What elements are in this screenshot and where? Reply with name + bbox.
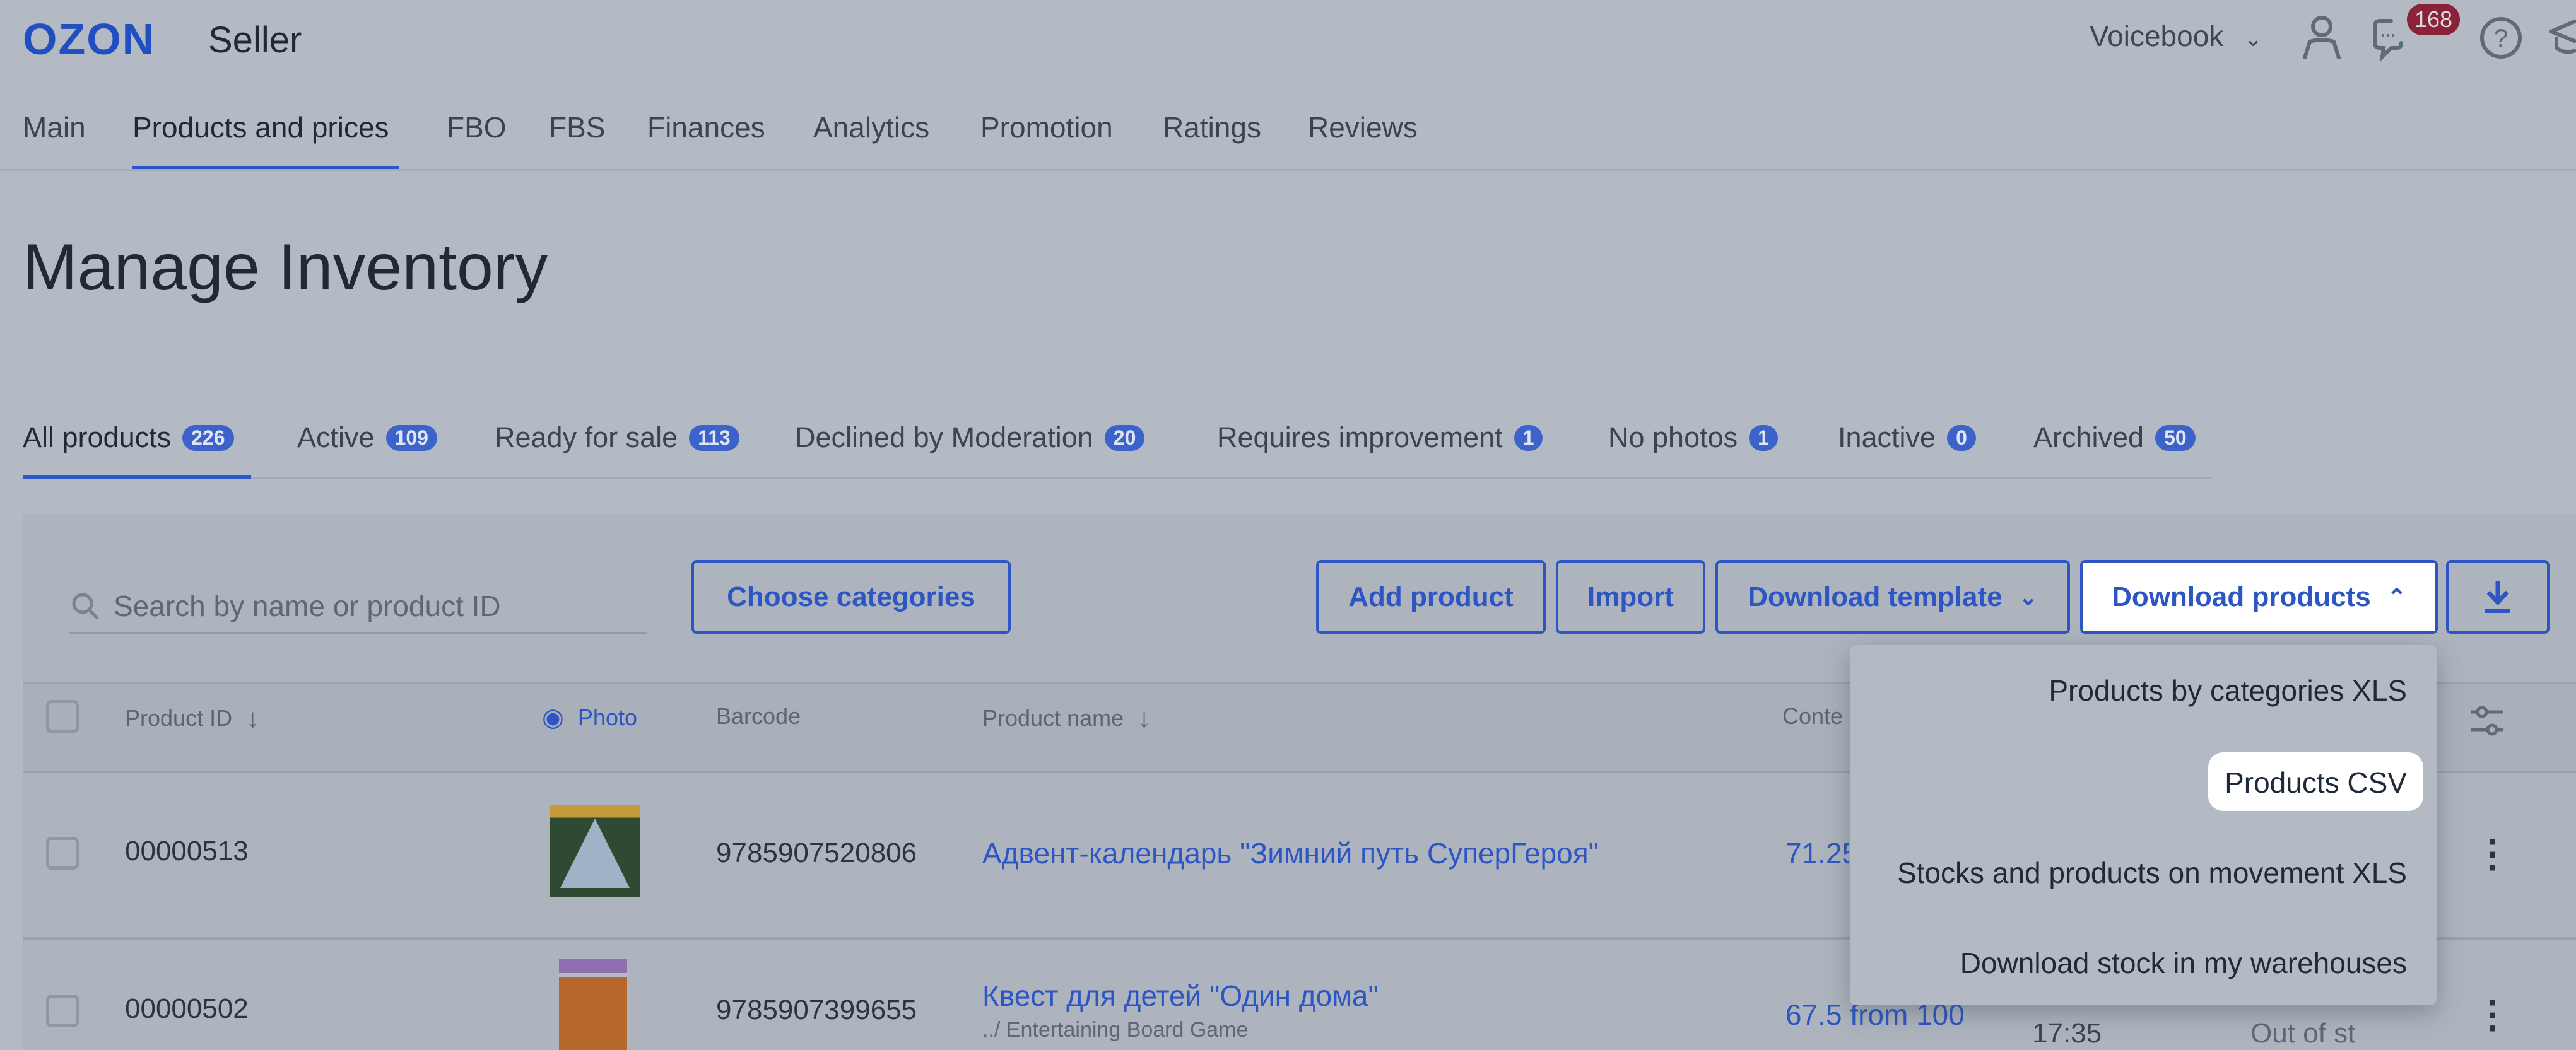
choose-categories-button[interactable]: Choose categories: [691, 560, 1011, 634]
tab-active[interactable]: Active 109: [297, 421, 437, 454]
nav-fbo[interactable]: FBO: [447, 110, 507, 144]
download-button[interactable]: [2446, 560, 2550, 634]
column-label: Photo: [577, 704, 637, 730]
chevron-up-icon: ⌃: [2387, 583, 2406, 610]
menu-item-products-by-categories-xls[interactable]: Products by categories XLS: [2049, 674, 2407, 708]
logo-seller-label: Seller: [208, 20, 302, 61]
search-input[interactable]: Search by name or product ID: [69, 580, 647, 634]
column-photo[interactable]: ◉ Photo: [542, 703, 637, 732]
tab-label: Requires improvement: [1217, 421, 1503, 453]
content-rating[interactable]: 71.25: [1785, 836, 1849, 870]
tab-label: Active: [297, 421, 375, 453]
profile-icon[interactable]: [2300, 14, 2344, 59]
menu-item-products-csv[interactable]: Products CSV: [2225, 766, 2407, 800]
import-button[interactable]: Import: [1556, 560, 1705, 634]
chevron-down-icon: ⌄: [2018, 583, 2038, 610]
tab-count-badge: 0: [1947, 424, 1976, 451]
row-menu-icon[interactable]: ⋮: [2473, 835, 2511, 873]
nav-main[interactable]: Main: [23, 110, 86, 144]
tab-label: Ready for sale: [495, 421, 678, 453]
nav-products-and-prices[interactable]: Products and prices: [132, 110, 389, 144]
barcode: 9785907520806: [716, 837, 917, 868]
tab-requires-improvement[interactable]: Requires improvement 1: [1217, 421, 1543, 454]
button-label: Download products: [2112, 581, 2371, 612]
stock-status: Out of st: [2250, 1018, 2356, 1049]
tab-count-badge: 20: [1104, 424, 1145, 451]
tab-label: Declined by Moderation: [795, 421, 1093, 453]
tab-ready-for-sale[interactable]: Ready for sale 113: [495, 421, 739, 454]
tab-declined-by-moderation[interactable]: Declined by Moderation 20: [795, 421, 1145, 454]
tab-inactive[interactable]: Inactive 0: [1838, 421, 1976, 454]
chevron-down-icon: ⌄: [2244, 27, 2262, 51]
updated-time: 17:35: [2032, 1018, 2102, 1049]
button-label: Download template: [1748, 581, 2003, 612]
account-name: Voicebook: [2090, 20, 2224, 52]
download-template-button[interactable]: Download template ⌄: [1715, 560, 2070, 634]
download-icon: [2485, 580, 2510, 613]
column-label: Product name: [982, 705, 1124, 731]
add-product-button[interactable]: Add product: [1316, 560, 1546, 634]
header-divider: [0, 169, 2576, 171]
tab-label: Inactive: [1838, 421, 1936, 453]
column-product-name[interactable]: Product name ↓: [982, 703, 1151, 733]
tab-archived[interactable]: Archived 50: [2033, 421, 2196, 454]
nav-analytics[interactable]: Analytics: [813, 110, 929, 144]
nav-ratings[interactable]: Ratings: [1163, 110, 1261, 144]
sort-arrow-down-icon: ↓: [246, 703, 260, 733]
education-icon[interactable]: [2549, 18, 2576, 55]
ozon-logo[interactable]: OZON: [23, 14, 155, 64]
product-id: 00000502: [125, 993, 249, 1024]
download-products-button[interactable]: Download products ⌃: [2080, 560, 2438, 634]
product-name-link[interactable]: Квест для детей "Один дома": [982, 979, 1379, 1013]
page-title: Manage Inventory: [23, 231, 548, 304]
account-switcher[interactable]: Voicebook ⌄: [2090, 19, 2262, 53]
help-icon[interactable]: ?: [2478, 15, 2524, 61]
select-all-checkbox[interactable]: [46, 700, 79, 733]
tab-active-indicator: [23, 475, 251, 479]
messages-count-badge: 168: [2407, 4, 2461, 35]
product-name-link[interactable]: Адвент-календарь "Зимний путь СуперГероя…: [982, 836, 1599, 870]
search-placeholder: Search by name or product ID: [114, 590, 501, 622]
menu-item-download-stock-in-my-warehouses[interactable]: Download stock in my warehouses: [1960, 946, 2407, 980]
product-photo[interactable]: [559, 959, 627, 1050]
svg-text:?: ?: [2494, 25, 2508, 52]
nav-finances[interactable]: Finances: [647, 110, 765, 144]
row-checkbox[interactable]: [46, 837, 79, 870]
product-photo[interactable]: [550, 805, 640, 897]
nav-promotion[interactable]: Promotion: [980, 110, 1113, 144]
tab-count-badge: 226: [182, 424, 234, 451]
row-checkbox[interactable]: [46, 995, 79, 1027]
tab-label: No photos: [1608, 421, 1738, 453]
tab-count-badge: 109: [385, 424, 437, 451]
tab-all-products[interactable]: All products 226: [23, 421, 234, 454]
search-icon: [72, 593, 99, 620]
barcode: 9785907399655: [716, 995, 917, 1025]
product-category: ../ Entertaining Board Game: [982, 1018, 1249, 1042]
messages-button[interactable]: 168: [2372, 4, 2461, 65]
row-menu-icon[interactable]: ⋮: [2473, 996, 2511, 1034]
tab-count-badge: 1: [1749, 424, 1778, 451]
sort-arrow-down-icon: ↓: [1138, 703, 1151, 733]
tab-label: All products: [23, 421, 172, 453]
tab-count-badge: 50: [2155, 424, 2196, 451]
tab-no-photos[interactable]: No photos 1: [1608, 421, 1778, 454]
tab-count-badge: 113: [689, 424, 739, 451]
column-settings-icon[interactable]: [2468, 703, 2506, 738]
tab-label: Archived: [2033, 421, 2144, 453]
column-barcode: Barcode: [716, 703, 801, 729]
product-id: 00000513: [125, 836, 249, 866]
column-product-id[interactable]: Product ID ↓: [125, 703, 259, 733]
column-content: Conte: [1782, 703, 1844, 729]
tabs-divider: [23, 477, 2212, 479]
tab-count-badge: 1: [1514, 424, 1543, 451]
menu-item-stocks-and-products-on-movement-xls[interactable]: Stocks and products on movement XLS: [1897, 856, 2407, 890]
eye-icon: ◉: [542, 704, 564, 732]
nav-fbs[interactable]: FBS: [549, 110, 605, 144]
nav-reviews[interactable]: Reviews: [1308, 110, 1418, 144]
column-label: Product ID: [125, 705, 233, 731]
